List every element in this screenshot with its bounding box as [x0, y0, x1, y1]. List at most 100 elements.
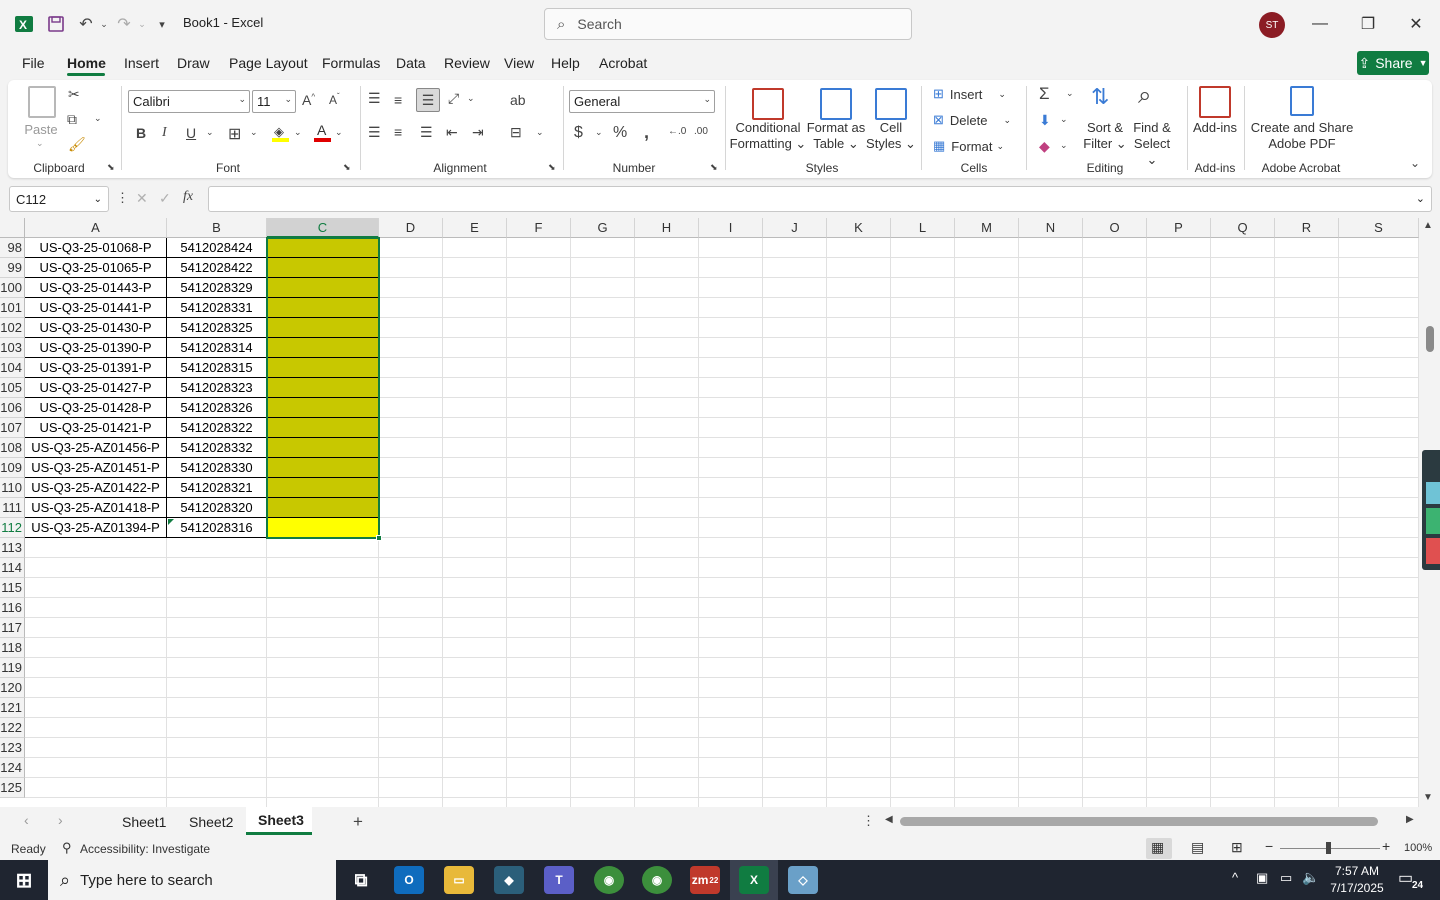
find-select-button[interactable]: Find & Select ⌄ [1128, 120, 1176, 168]
row-header[interactable]: 120 [0, 678, 25, 698]
page-break-view-icon[interactable]: ⊞ [1231, 839, 1243, 856]
column-header-k[interactable]: K [827, 218, 891, 238]
side-app-icon[interactable] [1426, 482, 1440, 504]
chrome-icon[interactable]: ◉ [642, 866, 672, 894]
delete-cells-button[interactable]: ⊠ Delete ⌄ [933, 112, 1011, 128]
horizontal-scroll-thumb[interactable] [900, 817, 1378, 826]
create-pdf-icon[interactable] [1290, 86, 1314, 116]
decrease-indent-icon[interactable]: ⇤ [446, 124, 458, 141]
side-app-icon[interactable] [1426, 538, 1440, 564]
increase-font-icon[interactable]: A^ [302, 92, 315, 108]
app-icon[interactable]: ◆ [494, 866, 524, 894]
row-header[interactable]: 119 [0, 658, 25, 678]
cell-b[interactable]: 5412028330 [167, 458, 267, 478]
sort-filter-icon[interactable]: ⇅ [1091, 84, 1109, 110]
cell-b[interactable]: 5412028329 [167, 278, 267, 298]
network-icon[interactable]: ▭ [1280, 870, 1292, 886]
search-input[interactable]: ⌕ Search [544, 8, 912, 40]
column-header-p[interactable]: P [1147, 218, 1211, 238]
share-button[interactable]: ⇪ Share ▼ [1357, 51, 1429, 75]
conditional-formatting-button[interactable]: Conditional Formatting ⌄ [728, 120, 808, 152]
normal-view-icon[interactable]: ▦ [1151, 839, 1164, 856]
side-panel-tab[interactable] [1422, 450, 1440, 570]
middle-align-icon[interactable]: ≡ [394, 92, 402, 108]
align-center-icon[interactable]: ≡ [394, 124, 402, 140]
merge-center-icon[interactable]: ⊟ [510, 124, 522, 141]
zoom-in-icon[interactable]: + [1382, 838, 1390, 854]
copy-dropdown-icon[interactable]: ⌄ [94, 113, 102, 124]
outlook-icon[interactable]: O [394, 866, 424, 894]
sort-filter-button[interactable]: Sort & Filter ⌄ [1082, 120, 1128, 152]
clear-dropdown-icon[interactable]: ⌄ [1060, 140, 1068, 151]
tab-insert[interactable]: Insert [124, 55, 159, 71]
save-icon[interactable] [44, 12, 68, 36]
row-header[interactable]: 105 [0, 378, 25, 398]
next-sheet-icon[interactable]: › [58, 812, 63, 828]
autosum-dropdown-icon[interactable]: ⌄ [1066, 88, 1074, 99]
cell-a[interactable]: US-Q3-25-AZ01451-P [25, 458, 167, 478]
tab-page-layout[interactable]: Page Layout [229, 55, 308, 71]
cell-b[interactable]: 5412028323 [167, 378, 267, 398]
row-header[interactable]: 103 [0, 338, 25, 358]
borders-icon[interactable]: ⊞ [228, 124, 241, 144]
sheet-tab[interactable]: Sheet2 [189, 814, 233, 830]
decrease-decimal-icon[interactable]: .00 [694, 126, 708, 137]
tab-view[interactable]: View [504, 55, 534, 71]
vertical-scroll-thumb[interactable] [1426, 326, 1434, 352]
paste-icon[interactable] [28, 86, 56, 118]
accessibility-icon[interactable]: ⚲ [62, 840, 72, 856]
zoom-level[interactable]: 100% [1404, 842, 1432, 854]
accessibility-status[interactable]: Accessibility: Investigate [80, 842, 210, 856]
security-tray-icon[interactable]: ▣ [1256, 870, 1268, 886]
insert-cells-button[interactable]: ⊞ Insert ⌄ [933, 86, 1006, 102]
select-all-corner[interactable] [0, 218, 25, 238]
column-header-q[interactable]: Q [1211, 218, 1275, 238]
cell-a[interactable]: US-Q3-25-01391-P [25, 358, 167, 378]
cell-b[interactable]: 5412028325 [167, 318, 267, 338]
tab-data[interactable]: Data [396, 55, 426, 71]
column-header-a[interactable]: A [25, 218, 167, 238]
row-header[interactable]: 107 [0, 418, 25, 438]
row-header[interactable]: 101 [0, 298, 25, 318]
tab-review[interactable]: Review [444, 55, 490, 71]
sheet-tab-active[interactable]: Sheet3 [258, 812, 304, 828]
row-header[interactable]: 110 [0, 478, 25, 498]
row-header[interactable]: 100 [0, 278, 25, 298]
format-as-table-icon[interactable] [820, 88, 852, 120]
minimize-icon[interactable]: — [1305, 12, 1335, 36]
dialog-launcher-icon[interactable]: ⬊ [548, 162, 556, 173]
volume-icon[interactable]: 🔈 [1302, 869, 1319, 886]
prev-sheet-icon[interactable]: ‹ [24, 812, 29, 828]
font-color-dropdown-icon[interactable]: ⌄ [335, 127, 343, 138]
zoom-out-icon[interactable]: − [1265, 838, 1273, 854]
cell-a[interactable]: US-Q3-25-01427-P [25, 378, 167, 398]
column-header-n[interactable]: N [1019, 218, 1083, 238]
addins-icon[interactable] [1199, 86, 1231, 118]
teams-icon[interactable]: T [544, 866, 574, 894]
italic-icon[interactable]: I [162, 125, 167, 141]
column-header-o[interactable]: O [1083, 218, 1147, 238]
row-header[interactable]: 106 [0, 398, 25, 418]
cell-b[interactable]: 5412028332 [167, 438, 267, 458]
cut-icon[interactable]: ✂ [68, 86, 80, 103]
collapse-ribbon-icon[interactable]: ⌄ [1410, 156, 1420, 170]
vertical-scrollbar[interactable]: ▲ ▼ [1419, 218, 1440, 807]
confirm-entry-icon[interactable]: ✓ [159, 190, 171, 207]
format-painter-icon[interactable]: 🖌 [68, 136, 86, 153]
error-indicator-icon[interactable] [168, 519, 174, 525]
cell-b[interactable]: 5412028316 [167, 518, 267, 538]
notification-icon[interactable]: ▭ [1398, 868, 1413, 888]
cell-b[interactable]: 5412028322 [167, 418, 267, 438]
row-header[interactable]: 108 [0, 438, 25, 458]
cell-b[interactable]: 5412028314 [167, 338, 267, 358]
avatar[interactable]: ST [1259, 12, 1285, 38]
row-header[interactable]: 116 [0, 598, 25, 618]
tab-draw[interactable]: Draw [177, 55, 210, 71]
fill-icon[interactable]: ⬇ [1039, 112, 1051, 129]
paste-label[interactable]: Paste [24, 122, 58, 138]
underline-icon[interactable]: U [186, 125, 196, 141]
copy-icon[interactable]: ⧉ [67, 111, 77, 128]
cancel-entry-icon[interactable]: ✕ [136, 190, 148, 207]
percent-icon[interactable]: % [613, 124, 627, 142]
column-header-m[interactable]: M [955, 218, 1019, 238]
